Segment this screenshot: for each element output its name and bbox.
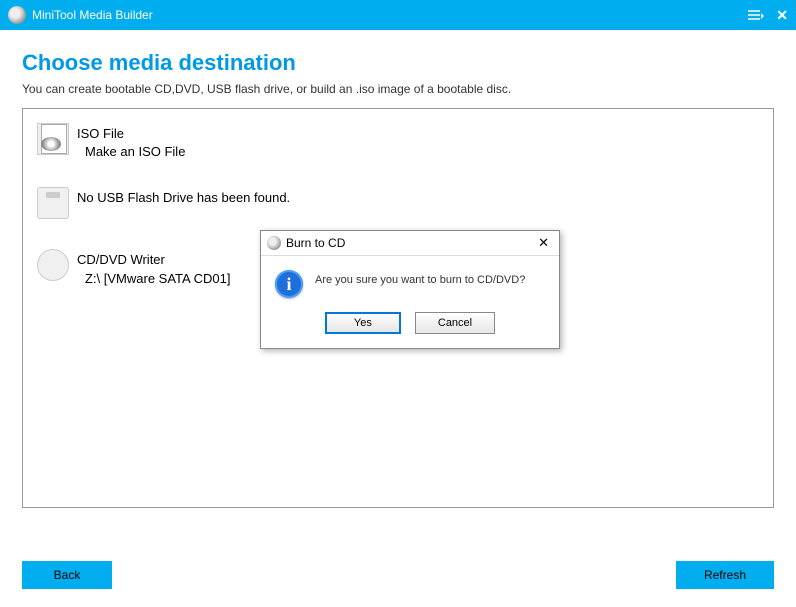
dialog-message: Are you sure you want to burn to CD/DVD? <box>315 270 525 298</box>
dialog-title: Burn to CD <box>286 236 534 250</box>
app-icon <box>8 6 26 24</box>
info-icon: i <box>275 270 303 298</box>
media-item-text: ISO File Make an ISO File <box>77 123 185 161</box>
dialog-app-icon <box>267 236 281 250</box>
usb-drive-icon <box>37 187 69 219</box>
dialog-close-icon[interactable]: ✕ <box>534 235 553 251</box>
iso-file-icon <box>37 123 69 155</box>
burn-dialog: Burn to CD ✕ i Are you sure you want to … <box>260 230 560 349</box>
media-item-text: No USB Flash Drive has been found. <box>77 187 290 207</box>
media-item-label: No USB Flash Drive has been found. <box>77 189 290 207</box>
media-item-label: CD/DVD Writer <box>77 251 230 269</box>
refresh-button[interactable]: Refresh <box>676 561 774 589</box>
back-button[interactable]: Back <box>22 561 112 589</box>
dialog-titlebar[interactable]: Burn to CD ✕ <box>261 231 559 256</box>
media-item-label: ISO File <box>77 125 185 143</box>
app-title: MiniTool Media Builder <box>32 8 748 22</box>
page-subtitle: You can create bootable CD,DVD, USB flas… <box>22 82 774 96</box>
close-icon[interactable]: ✕ <box>776 7 788 24</box>
media-item-text: CD/DVD Writer Z:\ [VMware SATA CD01] <box>77 249 230 287</box>
media-item-iso[interactable]: ISO File Make an ISO File <box>33 117 763 167</box>
page-title: Choose media destination <box>22 50 774 76</box>
dialog-body: i Are you sure you want to burn to CD/DV… <box>261 256 559 306</box>
dialog-buttons: Yes Cancel <box>261 306 559 348</box>
cancel-button[interactable]: Cancel <box>415 312 495 334</box>
titlebar: MiniTool Media Builder ✕ <box>0 0 796 30</box>
yes-button[interactable]: Yes <box>325 312 401 334</box>
menu-icon[interactable] <box>748 10 764 20</box>
media-item-sublabel: Make an ISO File <box>77 143 185 161</box>
media-item-usb[interactable]: No USB Flash Drive has been found. <box>33 181 763 225</box>
dvd-writer-icon <box>37 249 69 281</box>
footer-buttons: Back Refresh <box>22 561 774 589</box>
media-item-sublabel: Z:\ [VMware SATA CD01] <box>77 270 230 288</box>
